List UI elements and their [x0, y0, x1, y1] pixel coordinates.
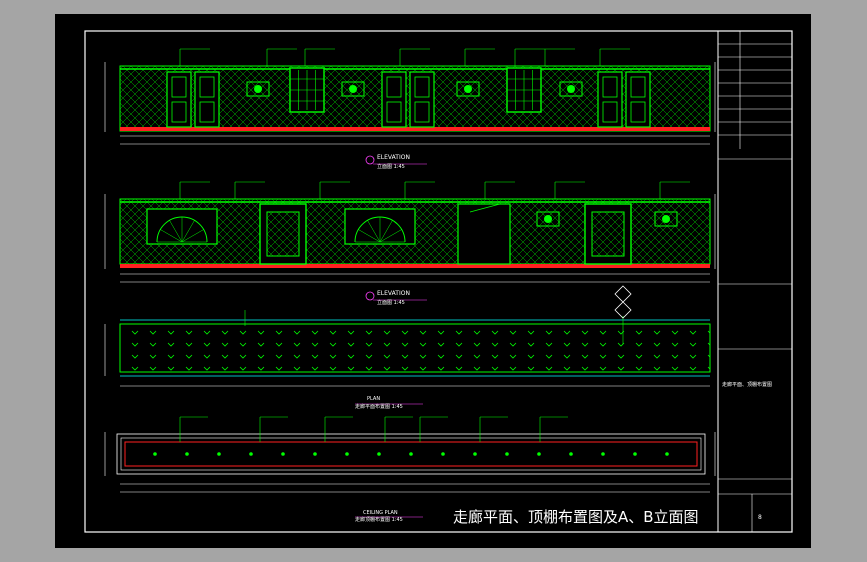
door [597, 71, 623, 128]
ceiling-light [249, 452, 253, 456]
door [409, 71, 435, 128]
drawing-sheet: ELEVATION 立面图 1:45 ELEVATION 立面图 1:45 PL… [55, 14, 811, 548]
opening [457, 203, 511, 265]
ceiling-light [537, 452, 541, 456]
wall-art-motif [349, 85, 357, 93]
ceiling-light [185, 452, 189, 456]
wall-art-motif [544, 215, 552, 223]
elevation-b-label: ELEVATION [377, 290, 410, 297]
plan-sub: 走廊平面布置图 1:45 [355, 403, 403, 410]
cad-drawing: ELEVATION 立面图 1:45 ELEVATION 立面图 1:45 PL… [84, 30, 793, 533]
ceiling-light [441, 452, 445, 456]
ceiling-light [377, 452, 381, 456]
wall-art-motif [662, 215, 670, 223]
ceiling-light [313, 452, 317, 456]
ceiling-sub: 走廊顶棚布置图 1:45 [355, 516, 403, 523]
titleblock-sheet-label: 走廊平面、顶棚布置图 [722, 381, 772, 388]
ceiling-light [569, 452, 573, 456]
title-block-grid [718, 31, 792, 532]
elevation-b [119, 181, 711, 283]
ceiling-label: CEILING PLAN [363, 510, 398, 516]
ceiling-light [153, 452, 157, 456]
drawing-title: 走廊平面、顶棚布置图及A、B立面图 [453, 508, 699, 526]
door [194, 71, 220, 128]
ceiling-plan [116, 416, 710, 493]
door [166, 71, 192, 128]
door-lattice [591, 211, 625, 257]
elevation-b-sub: 立面图 1:45 [377, 299, 405, 306]
elevation-a-label: ELEVATION [377, 154, 410, 161]
floor-plan [119, 285, 711, 387]
ceiling-light [665, 452, 669, 456]
door [625, 71, 651, 128]
ceiling-light [281, 452, 285, 456]
ceiling-light [473, 452, 477, 456]
plan-label: PLAN [367, 396, 380, 402]
title-block-frame [717, 30, 793, 533]
ceiling-light [633, 452, 637, 456]
elevation-a [119, 48, 711, 145]
wall-art-motif [567, 85, 575, 93]
ceiling-light [505, 452, 509, 456]
titleblock-drawing-no: 8 [758, 514, 762, 521]
ceiling-light [345, 452, 349, 456]
ceiling-light [601, 452, 605, 456]
door-lattice [266, 211, 300, 257]
ceiling-light [409, 452, 413, 456]
door [381, 71, 407, 128]
elevation-a-sub: 立面图 1:45 [377, 163, 405, 170]
wall-art-motif [464, 85, 472, 93]
ceiling-light [217, 452, 221, 456]
wall-art-motif [254, 85, 262, 93]
